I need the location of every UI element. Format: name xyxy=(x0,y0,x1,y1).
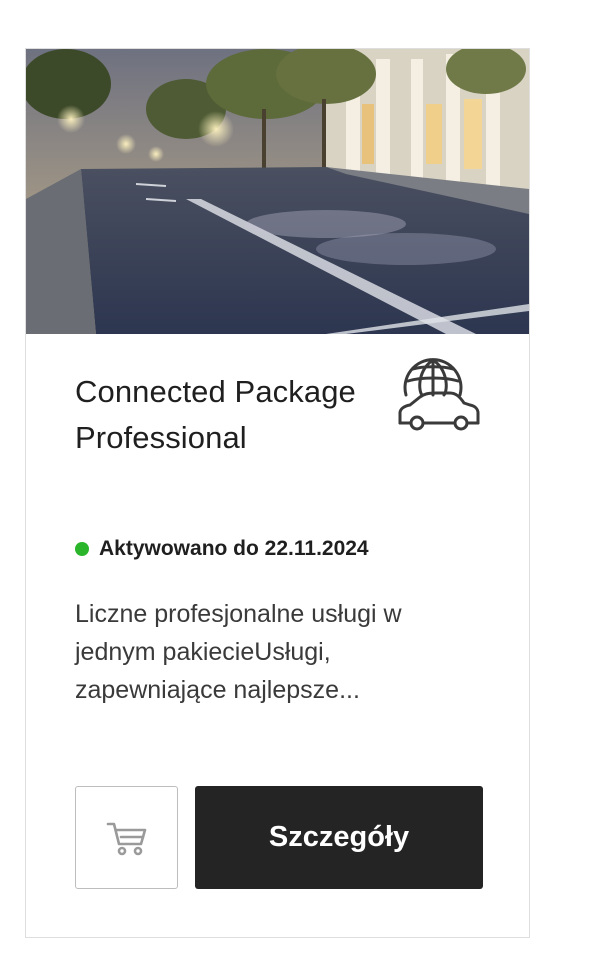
status-text: Aktywowano do 22.11.2024 xyxy=(99,537,369,560)
product-description: Liczne profesjonalne usługi w jednym pak… xyxy=(75,600,402,704)
product-title: Connected Package Professional xyxy=(75,374,356,455)
globe-car-icon xyxy=(396,355,480,433)
details-button[interactable]: Szczegóły xyxy=(195,786,483,889)
hero-image xyxy=(26,49,529,334)
add-to-cart-button[interactable] xyxy=(75,786,178,889)
activation-status: Aktywowano do 22.11.2024 xyxy=(75,537,369,561)
cart-icon xyxy=(106,822,146,855)
night-street-illustration xyxy=(26,49,529,334)
product-card: Connected Package Professional Aktywowan… xyxy=(25,48,530,938)
status-dot xyxy=(75,542,89,556)
